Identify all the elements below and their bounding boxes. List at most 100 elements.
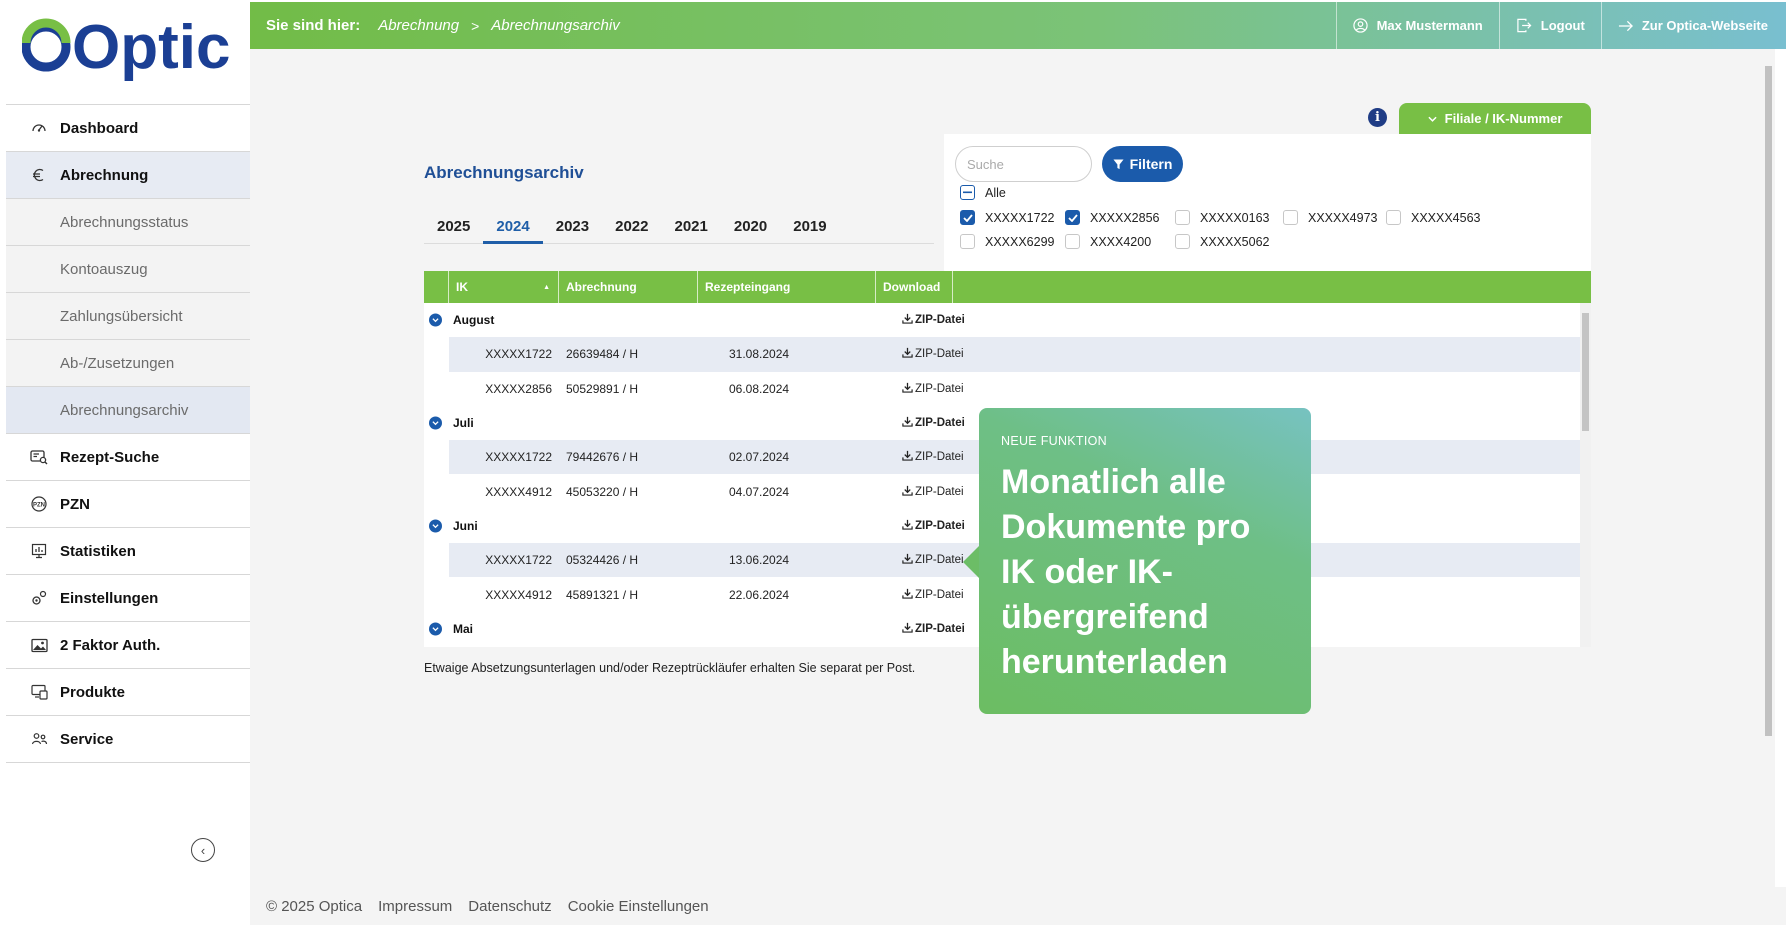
column-header-download[interactable]: Download: [876, 271, 953, 303]
download-icon: [902, 313, 913, 327]
checkbox-unchecked[interactable]: [1175, 234, 1190, 249]
column-header-ik-label: IK: [456, 280, 468, 294]
image-icon: [30, 636, 48, 654]
zip-download-link[interactable]: ZIP-Datei: [902, 450, 964, 464]
checkbox-ik-xxxxx6299[interactable]: XXXXX6299: [960, 234, 1055, 249]
sidebar-item-dashboard[interactable]: Dashboard: [6, 105, 250, 152]
sidebar-item-abrechnung[interactable]: Abrechnung: [6, 152, 250, 199]
expand-toggle-icon[interactable]: [429, 416, 442, 430]
sidebar-item-rezept-suche[interactable]: Rezept-Suche: [6, 434, 250, 481]
sidebar-item-label: Kontoauszug: [60, 260, 148, 278]
column-header-abrechnung[interactable]: Abrechnung: [559, 271, 698, 303]
checkbox-checked[interactable]: [960, 210, 975, 225]
sidebar-item-abrechnungsarchiv[interactable]: Abrechnungsarchiv: [6, 387, 250, 434]
svg-text:PZN: PZN: [33, 503, 45, 509]
checkbox-ik-xxxxx5062[interactable]: XXXXX5062: [1175, 234, 1270, 249]
checkbox-label: XXXXX1722: [985, 210, 1055, 225]
cell-ik: XXXXX2856: [485, 381, 552, 396]
sidebar-item-ab-zusetzungen[interactable]: Ab-/Zusetzungen: [6, 340, 250, 387]
footer-link-impressum[interactable]: Impressum: [378, 898, 452, 915]
cell-abrechnung: 50529891 / H: [566, 381, 639, 396]
table-scrollbar-thumb[interactable]: [1582, 313, 1589, 431]
footer-link-datenschutz[interactable]: Datenschutz: [468, 898, 551, 915]
zip-download-link[interactable]: ZIP-Datei: [902, 382, 964, 396]
info-icon[interactable]: i: [1368, 108, 1387, 127]
sidebar-item-kontoauszug[interactable]: Kontoauszug: [6, 246, 250, 293]
checkbox-unchecked[interactable]: [1283, 210, 1298, 225]
cell-ik: XXXXX1722: [485, 553, 552, 568]
logout-label: Logout: [1540, 18, 1585, 33]
checkbox-checked[interactable]: [1065, 210, 1080, 225]
sidebar-item-einstellungen[interactable]: Einstellungen: [6, 575, 250, 622]
table-group-row: August ZIP-Datei: [424, 303, 1580, 337]
zip-download-link[interactable]: ZIP-Datei: [902, 347, 964, 361]
checkbox-unchecked[interactable]: [1065, 234, 1080, 249]
checkbox-ik-xxxxx4563[interactable]: XXXXX4563: [1386, 210, 1481, 225]
checkbox-ik-xxxx4200[interactable]: XXXX4200: [1065, 234, 1151, 249]
filter-toggle-tab[interactable]: Filiale / IK-Nummer: [1399, 103, 1591, 134]
collapse-sidebar-button[interactable]: ‹: [191, 838, 215, 862]
page-scrollbar-thumb[interactable]: [1765, 66, 1772, 736]
checkbox-unchecked[interactable]: [1175, 210, 1190, 225]
checkbox-ik-xxxxx0163[interactable]: XXXXX0163: [1175, 210, 1270, 225]
cell-rezepteingang: 06.08.2024: [729, 381, 790, 396]
zip-download-link[interactable]: ZIP-Datei: [902, 485, 964, 499]
footer-link-cookies[interactable]: Cookie Einstellungen: [568, 898, 709, 915]
checkbox-ik-xxxxx4973[interactable]: XXXXX4973: [1283, 210, 1378, 225]
expand-toggle-icon[interactable]: [429, 519, 442, 533]
tab-year-2021[interactable]: 2021: [662, 212, 721, 244]
expand-toggle-icon[interactable]: [429, 622, 442, 636]
chevron-down-icon: [1428, 116, 1437, 122]
checkbox-unchecked[interactable]: [1386, 210, 1401, 225]
column-header-rezepteingang[interactable]: Rezepteingang: [698, 271, 876, 303]
download-icon: [902, 382, 913, 396]
table-header-spacer: [424, 271, 449, 303]
tab-year-2023[interactable]: 2023: [543, 212, 602, 244]
sidebar-item-produkte[interactable]: Produkte: [6, 669, 250, 716]
cell-ik: XXXXX4912: [485, 587, 552, 602]
sidebar-item-2-faktor-auth[interactable]: 2 Faktor Auth.: [6, 622, 250, 669]
sidebar-item-pzn[interactable]: PZN PZN: [6, 481, 250, 528]
user-name: Max Mustermann: [1376, 18, 1483, 33]
sidebar-item-statistiken[interactable]: Statistiken: [6, 528, 250, 575]
breadcrumb-item-abrechnung[interactable]: Abrechnung: [378, 17, 459, 34]
zip-download-link[interactable]: ZIP-Datei: [902, 519, 965, 533]
tab-year-2020[interactable]: 2020: [721, 212, 780, 244]
column-header-download-label: Download: [883, 280, 941, 294]
tab-year-2025[interactable]: 2025: [424, 212, 483, 244]
download-icon: [902, 347, 913, 361]
zip-download-link[interactable]: ZIP-Datei: [902, 313, 965, 327]
archive-note: Etwaige Absetzungsunterlagen und/oder Re…: [424, 661, 916, 675]
cell-ik: XXXXX1722: [485, 450, 552, 465]
checkbox-ik-xxxxx2856[interactable]: XXXXX2856: [1065, 210, 1160, 225]
sidebar-item-service[interactable]: Service: [6, 716, 250, 763]
zip-download-link[interactable]: ZIP-Datei: [902, 622, 965, 636]
checkbox-all[interactable]: Alle: [960, 185, 1006, 200]
cell-abrechnung: 45053220 / H: [566, 484, 639, 499]
checkbox-all-label: Alle: [985, 185, 1006, 200]
search-input[interactable]: [955, 146, 1092, 182]
user-menu-button[interactable]: Max Mustermann: [1335, 2, 1499, 49]
tab-year-2019[interactable]: 2019: [780, 212, 839, 244]
column-header-ik[interactable]: IK ▲: [449, 271, 559, 303]
zip-download-link[interactable]: ZIP-Datei: [902, 588, 964, 602]
table-scrollbar[interactable]: [1580, 303, 1591, 647]
checkbox-unchecked[interactable]: [960, 234, 975, 249]
filter-button[interactable]: Filtern: [1102, 146, 1183, 182]
checkbox-label: XXXX4200: [1090, 234, 1152, 249]
tab-year-2024[interactable]: 2024: [483, 212, 543, 244]
sidebar-item-zahlungs-bersicht[interactable]: Zahlungsübersicht: [6, 293, 250, 340]
sidebar-item-abrechnungsstatus[interactable]: Abrechnungsstatus: [6, 199, 250, 246]
checkbox-indeterminate[interactable]: [960, 185, 975, 200]
breadcrumb-item-archiv[interactable]: Abrechnungsarchiv: [491, 17, 619, 34]
statistics-icon: [30, 542, 48, 560]
zip-download-link[interactable]: ZIP-Datei: [902, 416, 965, 430]
checkbox-ik-xxxxx1722[interactable]: XXXXX1722: [960, 210, 1055, 225]
logout-button[interactable]: Logout: [1498, 2, 1601, 49]
expand-toggle-icon[interactable]: [429, 313, 442, 327]
zip-download-link[interactable]: ZIP-Datei: [902, 553, 964, 567]
tab-year-2022[interactable]: 2022: [602, 212, 661, 244]
logo[interactable]: Optica: [6, 0, 250, 104]
website-link[interactable]: Zur Optica-Webseite: [1600, 2, 1786, 49]
dashboard-icon: [30, 119, 48, 137]
